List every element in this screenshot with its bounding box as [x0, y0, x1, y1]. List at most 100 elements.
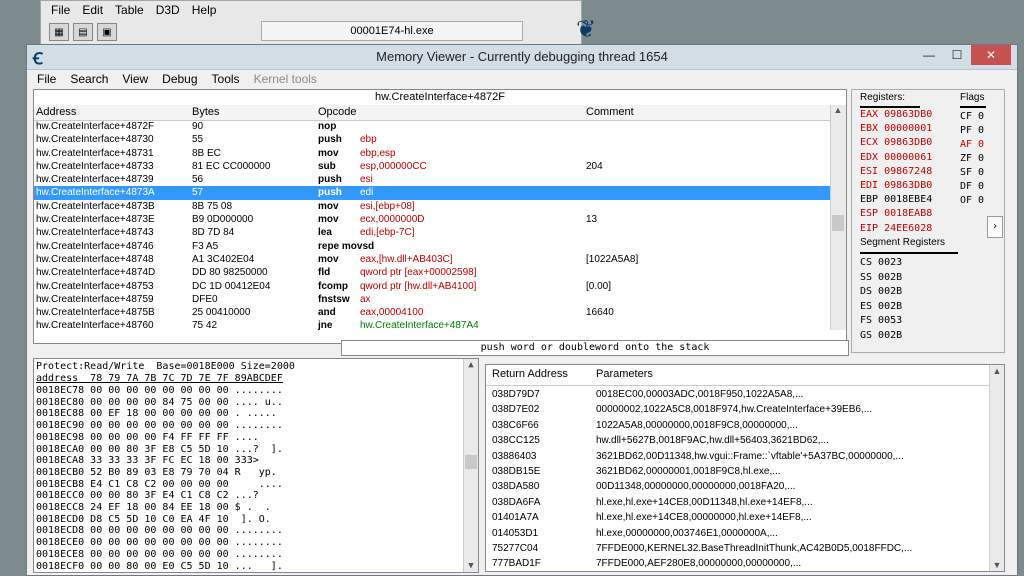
hex-line[interactable]: 0018ECC0 00 00 80 3F E4 C1 C8 C2 ...? [36, 490, 259, 502]
segment-register-value[interactable]: SS 002B [860, 271, 902, 285]
bg-menu-edit[interactable]: Edit [82, 3, 103, 17]
segment-register-value[interactable]: CS 0023 [860, 256, 902, 270]
hex-line[interactable]: 0018ECE8 00 00 00 00 00 00 00 00 .......… [36, 549, 283, 561]
stack-row[interactable]: 014053D1 hl.exe,00000000,003746E1,0000000… [486, 526, 988, 542]
segment-register-value[interactable]: ES 002B [860, 300, 902, 314]
disasm-row[interactable]: hw.CreateInterface+4873A 57 push edi [34, 186, 830, 200]
col-opcode[interactable]: Opcode [318, 106, 357, 118]
stack-row[interactable]: 038CC125 hw.dll+5627B,0018F9AC,hw.dll+564… [486, 433, 988, 449]
stack-row[interactable]: 03886403 3621BD62,00D11348,hw.vgui::Frame… [486, 449, 988, 465]
bg-menu-table[interactable]: Table [115, 3, 144, 17]
hex-line[interactable]: 0018ECD0 D8 C5 5D 10 C0 EA 4F 10 ]. O. [36, 514, 271, 526]
stack-row[interactable]: 038DA6FA hl.exe,hl.exe+14CE8,00D11348,hl.… [486, 495, 988, 511]
hex-line[interactable]: 0018ECB8 E4 C1 C8 C2 00 00 00 00 .... [36, 479, 283, 491]
segment-register-value[interactable]: DS 002B [860, 285, 902, 299]
hex-line[interactable]: 0018ECD8 00 00 00 00 00 00 00 00 .......… [36, 525, 283, 537]
col-comment[interactable]: Comment [586, 106, 634, 118]
stack-row[interactable]: 01401A7A hl.exe,hl.exe+14CE8,00000000,hl.… [486, 510, 988, 526]
stack-scroll-up-icon[interactable]: ▲ [990, 366, 1004, 376]
disasm-row[interactable]: hw.CreateInterface+4875B 25 00410000 and ea… [34, 306, 830, 319]
select-process-icon[interactable]: ▦ [49, 23, 69, 41]
disasm-row[interactable]: hw.CreateInterface+48739 56 push esi [34, 173, 830, 186]
flag-value[interactable]: SF 0 [960, 166, 984, 180]
segment-register-value[interactable]: GS 002B [860, 329, 902, 343]
scroll-thumb[interactable] [832, 215, 844, 231]
stack-row[interactable]: 038D79D7 0018EC00,00003ADC,0018F950,1022A… [486, 387, 988, 403]
menu-tools[interactable]: Tools [212, 72, 240, 86]
hex-scrollbar[interactable]: ▲ ▼ [463, 359, 478, 572]
disassembler-scrollbar[interactable]: ▲ [830, 105, 846, 330]
disasm-row[interactable]: hw.CreateInterface+48748 A1 3C402E04 mov ea… [34, 253, 830, 266]
hex-line[interactable]: 0018EC98 00 00 00 00 F4 FF FF FF .... [36, 432, 259, 444]
stack-row[interactable]: 038DA580 00D11348,00000000,00000000,0018F… [486, 479, 988, 495]
col-return-address[interactable]: Return Address [492, 368, 568, 380]
flag-value[interactable]: AF 0 [960, 138, 984, 152]
menu-search[interactable]: Search [70, 72, 108, 86]
register-value[interactable]: EDI 09863DB0 [860, 179, 932, 192]
menu-file[interactable]: File [37, 72, 56, 86]
stack-scrollbar[interactable]: ▲ ▼ [989, 365, 1004, 571]
flag-value[interactable]: CF 0 [960, 110, 984, 124]
stack-row[interactable]: 038D7E02 00000002,1022A5C8,0018F974,hw.Cr… [486, 402, 988, 418]
register-value[interactable]: ESP 0018EAB8 [860, 207, 932, 220]
hex-scroll-up-icon[interactable]: ▲ [464, 360, 478, 370]
disasm-row[interactable]: hw.CreateInterface+4873B 8B 75 08 mov esi,[… [34, 200, 830, 213]
disasm-row[interactable]: hw.CreateInterface+48730 55 push ebp [34, 133, 830, 146]
maximize-icon[interactable]: ☐ [943, 45, 971, 65]
scroll-up-icon[interactable]: ▲ [831, 105, 845, 115]
stack-trace-view[interactable]: Return Address Parameters 038D79D7 0018EC… [485, 364, 1005, 572]
bg-menu-help[interactable]: Help [192, 3, 217, 17]
close-icon[interactable]: ✕ [971, 45, 1011, 65]
disasm-row[interactable]: hw.CreateInterface+4874D DD 80 98250000 fl… [34, 266, 830, 279]
disasm-row[interactable]: hw.CreateInterface+48743 8D 7D 84 lea edi,[… [34, 226, 830, 239]
register-value[interactable]: ECX 09863DB0 [860, 136, 932, 149]
hex-line[interactable]: 0018EC80 00 00 00 00 84 75 00 00 .... u.… [36, 397, 283, 409]
hex-line[interactable]: 0018EC90 00 00 00 00 00 00 00 00 .......… [36, 420, 283, 432]
disasm-row[interactable]: hw.CreateInterface+4873E B9 0D000000 mov ec… [34, 213, 830, 226]
open-folder-icon[interactable]: ▤ [73, 23, 93, 41]
register-value[interactable]: ESI 09867248 [860, 165, 932, 178]
col-bytes[interactable]: Bytes [192, 106, 220, 118]
bg-menu-file[interactable]: File [51, 3, 70, 17]
hex-line[interactable]: 0018ECA8 33 33 33 3F FC EC 18 00 333> [36, 455, 259, 467]
hex-line[interactable]: 0018ECA0 00 00 80 3F E8 C5 5D 10 ...? ]. [36, 444, 283, 456]
col-parameters[interactable]: Parameters [596, 368, 653, 380]
flag-value[interactable]: PF 0 [960, 124, 984, 138]
register-value[interactable]: EAX 09863DB0 [860, 108, 932, 121]
hex-line[interactable]: 0018ECF0 00 00 80 00 E0 C5 5D 10 ... ]. [36, 561, 283, 573]
stack-row[interactable]: 777BAD1F 7FFDE000,AEF280E8,00000000,00000… [486, 556, 988, 572]
disasm-row[interactable]: hw.CreateInterface+4872F 90 nop [34, 120, 830, 133]
hex-line[interactable]: 0018EC88 00 EF 18 00 00 00 00 00 . ..... [36, 408, 277, 420]
hex-line[interactable]: 0018ECC8 24 EF 18 00 84 EE 18 00 $ . . [36, 502, 271, 514]
menu-debug[interactable]: Debug [162, 72, 197, 86]
register-value[interactable]: EBX 00000001 [860, 122, 932, 135]
flag-value[interactable]: DF 0 [960, 180, 984, 194]
col-address[interactable]: Address [36, 106, 76, 118]
hex-scroll-thumb[interactable] [465, 455, 477, 469]
stack-row[interactable]: 038C6F66 1022A5A8,00000000,0018F9C8,00000… [486, 418, 988, 434]
expand-arrow-icon[interactable]: › [987, 216, 1003, 238]
minimize-icon[interactable]: — [915, 45, 943, 65]
segment-register-value[interactable]: FS 0053 [860, 314, 902, 328]
disasm-row[interactable]: hw.CreateInterface+48746 F3 A5 repe movsd [34, 240, 830, 253]
save-icon[interactable]: ▣ [97, 23, 117, 41]
hex-line[interactable]: 0018ECB0 52 B0 89 03 E8 79 70 04 R yp. [36, 467, 277, 479]
disasm-row[interactable]: hw.CreateInterface+48731 8B EC mov ebp,esp [34, 147, 830, 160]
disasm-row[interactable]: hw.CreateInterface+48760 75 42 jne hw.Creat… [34, 319, 830, 332]
stack-scroll-down-icon[interactable]: ▼ [990, 560, 1004, 570]
hex-view[interactable]: Protect:Read/Write Base=0018E000 Size=20… [33, 358, 479, 573]
disasm-row[interactable]: hw.CreateInterface+48733 81 EC CC000000 su… [34, 160, 830, 173]
stack-row[interactable]: 75277C04 7FFDE000,KERNEL32.BaseThreadInit… [486, 541, 988, 557]
hex-scroll-down-icon[interactable]: ▼ [464, 561, 478, 571]
title-bar[interactable]: Ꞓ Memory Viewer - Currently debugging th… [27, 45, 1017, 70]
flag-value[interactable]: OF 0 [960, 194, 984, 208]
register-value[interactable]: EIP 24EE6028 [860, 222, 932, 235]
register-value[interactable]: EDX 00000061 [860, 151, 932, 164]
register-value[interactable]: EBP 0018EBE4 [860, 193, 932, 206]
disasm-row[interactable]: hw.CreateInterface+48753 DC 1D 00412E04 fc… [34, 280, 830, 293]
flag-value[interactable]: ZF 0 [960, 152, 984, 166]
disasm-row[interactable]: hw.CreateInterface+48759 DFE0 fnstsw ax [34, 293, 830, 306]
disassembler-view[interactable]: hw.CreateInterface+4872F Address Bytes O… [33, 89, 847, 344]
hex-line[interactable]: 0018EC78 00 00 00 00 00 00 00 00 .......… [36, 385, 283, 397]
bg-menu-d3d[interactable]: D3D [156, 3, 180, 17]
